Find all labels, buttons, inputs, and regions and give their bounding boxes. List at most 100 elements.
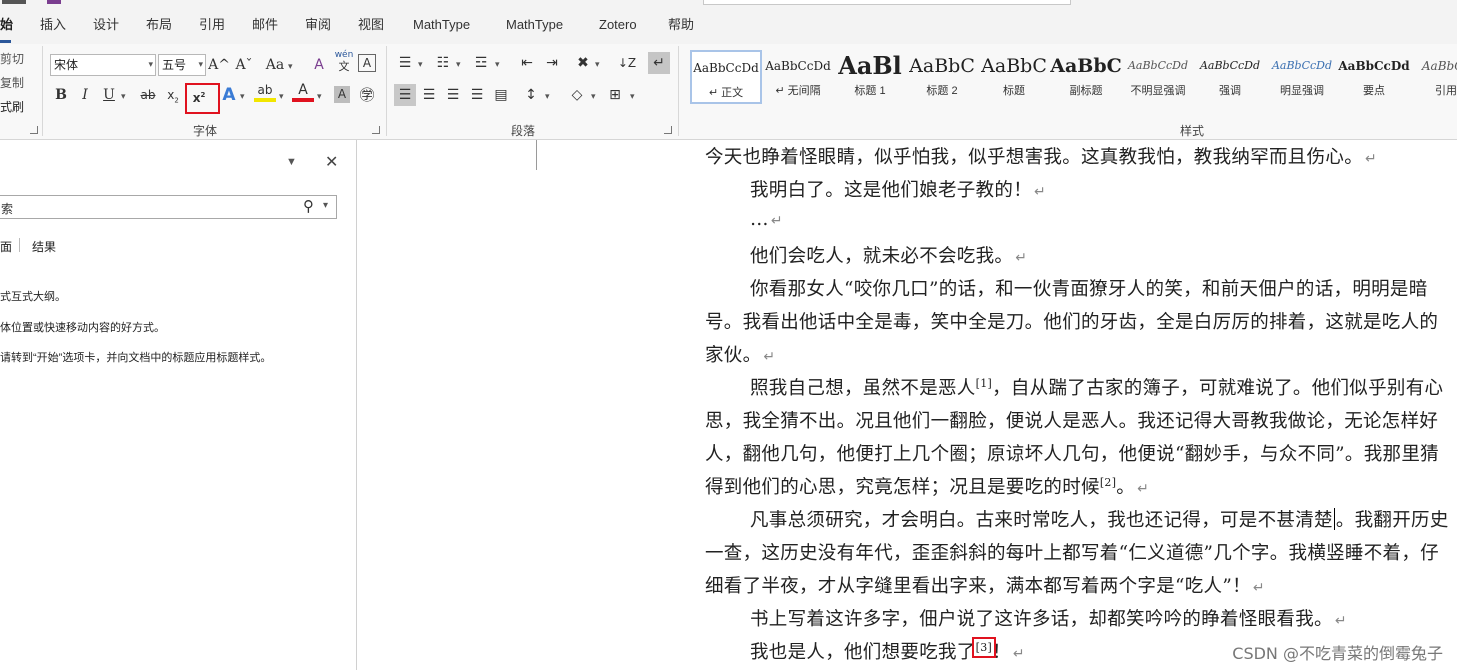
highlight-color-button[interactable]: ab bbox=[254, 82, 276, 102]
line-text: … bbox=[750, 209, 769, 230]
tab-4[interactable]: 引用 bbox=[199, 8, 225, 44]
clear-formatting-icon[interactable]: A bbox=[308, 54, 330, 76]
footnote-reference: [2] bbox=[1099, 475, 1117, 489]
align-left-icon[interactable]: ☰ bbox=[394, 84, 416, 106]
nav-search-input[interactable]: 索 ⚲ ▾ bbox=[0, 195, 337, 219]
tab-7[interactable]: 视图 bbox=[358, 8, 384, 44]
document-line[interactable]: 凡事总须研究，才会明白。古来时常吃人，我也还记得，可是不甚清楚 。我翻开历史 bbox=[750, 506, 1449, 532]
font-color-button[interactable]: A bbox=[292, 82, 314, 102]
multilevel-list-icon[interactable]: ☲ bbox=[470, 52, 492, 74]
style-item[interactable]: AaBbCcDd 不明显强调 bbox=[1122, 50, 1194, 104]
char-border-button[interactable]: A bbox=[358, 54, 376, 72]
font-size-select[interactable]: 五号 ▾ bbox=[158, 54, 206, 76]
decrease-indent-icon[interactable]: ⇤ bbox=[516, 52, 538, 74]
numbering-icon[interactable]: ☷ bbox=[432, 52, 454, 74]
document-line[interactable]: 号。我看出他话中全是毒，笑中全是刀。他们的牙齿，全是白厉厉的排着，这就是吃人的 bbox=[705, 308, 1438, 334]
tab-2[interactable]: 设计 bbox=[93, 8, 119, 44]
document-line[interactable]: 思，我全猜不出。况且他们一翻脸，便说人是恶人。我还记得大哥教我做论，无论怎样好 bbox=[705, 407, 1438, 433]
paragraph-mark: ↵ bbox=[1034, 184, 1047, 200]
chevron-down-icon[interactable]: ▾ bbox=[323, 200, 328, 211]
sort-icon[interactable]: ↓Z bbox=[616, 52, 638, 74]
char-shading-button[interactable]: A bbox=[334, 86, 350, 103]
document-line[interactable]: 人，翻他几句，他便打上几个圈；原谅坏人几句，他便说“翻妙手，与众不同”。我那里猜 bbox=[705, 440, 1439, 466]
chinese-layout-icon[interactable]: ✖ bbox=[572, 52, 594, 74]
grow-font-button[interactable]: A^ bbox=[208, 54, 230, 76]
style-item[interactable]: AaBbC 标题 2 bbox=[906, 50, 978, 104]
tab-11[interactable]: 帮助 bbox=[668, 8, 694, 44]
strikethrough-button[interactable]: ab bbox=[137, 84, 159, 106]
tab-10[interactable]: Zotero bbox=[599, 8, 637, 44]
change-case-button[interactable]: Aa bbox=[262, 54, 288, 76]
styles-group-label: 样式 bbox=[1180, 124, 1205, 138]
enclose-char-icon[interactable]: ㊫ bbox=[356, 84, 378, 106]
document-line[interactable]: 他们会吃人，就未必不会吃我。 ↵ bbox=[750, 242, 1027, 268]
style-item[interactable]: AaBl 标题 1 bbox=[834, 50, 906, 104]
font-launcher-icon[interactable] bbox=[372, 126, 380, 134]
cut-button[interactable]: 剪切 bbox=[0, 50, 24, 67]
document-line[interactable]: 家伙。 ↵ bbox=[705, 341, 775, 367]
style-item[interactable]: AaBbCcDd ↵ 无间隔 bbox=[762, 50, 834, 104]
text-effects-button[interactable]: A bbox=[218, 84, 240, 106]
align-center-icon[interactable]: ☰ bbox=[418, 84, 440, 106]
style-item[interactable]: AaBbCcDd 要点 bbox=[1338, 50, 1410, 104]
tab-5[interactable]: 邮件 bbox=[252, 8, 278, 44]
document-line[interactable]: 细看了半夜，才从字缝里看出字来，满本都写着两个字是“吃人”！ ↵ bbox=[705, 572, 1265, 598]
document-line[interactable]: 得到他们的心思，究竟怎样；况且是要吃的时候[2]。 ↵ bbox=[705, 473, 1149, 499]
tab-6[interactable]: 审阅 bbox=[305, 8, 331, 44]
tab-3[interactable]: 布局 bbox=[146, 8, 172, 44]
italic-button[interactable]: I bbox=[74, 84, 96, 106]
style-item[interactable]: AaBbCc 引用 bbox=[1410, 50, 1457, 104]
document-line[interactable]: 一查，这历史没有年代，歪歪斜斜的每叶上都写着“仁义道德”几个字。我横竖睡不着，仔 bbox=[705, 539, 1439, 565]
style-preview: AaBbCcDd bbox=[693, 61, 759, 75]
paragraph-group-label: 段落 bbox=[511, 124, 536, 138]
justify-icon[interactable]: ☰ bbox=[466, 84, 488, 106]
style-item[interactable]: AaBbCcDd ↵ 正文 bbox=[690, 50, 762, 104]
align-right-icon[interactable]: ☰ bbox=[442, 84, 464, 106]
style-item[interactable]: AaBbCcDd 强调 bbox=[1194, 50, 1266, 104]
tab-1[interactable]: 插入 bbox=[40, 8, 66, 44]
style-item[interactable]: AaBbC 副标题 bbox=[1050, 50, 1122, 104]
subscript-button[interactable]: x2 bbox=[162, 84, 184, 106]
borders-icon[interactable]: ⊞ bbox=[604, 84, 626, 106]
chevron-down-icon: ▾ bbox=[240, 91, 245, 101]
document-line[interactable]: 你看那女人“咬你几口”的话，和一伙青面獠牙人的笑，和前天佃户的话，明明是暗 bbox=[750, 275, 1428, 301]
phonetic-guide-button[interactable]: wén 文 bbox=[333, 50, 355, 72]
document-line[interactable]: 我明白了。这是他们娘老子教的！ ↵ bbox=[750, 176, 1046, 202]
tab-0[interactable]: 始 bbox=[0, 8, 13, 44]
style-item[interactable]: AaBbC 标题 bbox=[978, 50, 1050, 104]
line-spacing-icon[interactable]: ↕ bbox=[520, 84, 542, 106]
show-marks-icon[interactable]: ↵ bbox=[648, 52, 670, 74]
search-box-edge[interactable] bbox=[703, 0, 1071, 5]
bold-button[interactable]: B bbox=[50, 84, 72, 106]
document-line[interactable]: 书上写着这许多字，佃户说了这许多话，却都笑吟吟的睁着怪眼看我。 ↵ bbox=[750, 605, 1347, 631]
copy-button[interactable]: 复制 bbox=[0, 74, 24, 91]
nav-tab-pages[interactable]: 面 bbox=[0, 238, 12, 255]
paragraph-launcher-icon[interactable] bbox=[664, 126, 672, 134]
shrink-font-button[interactable]: Aˇ bbox=[233, 54, 255, 76]
shading-icon[interactable]: ◇ bbox=[566, 84, 588, 106]
paragraph-mark: ↵ bbox=[1334, 613, 1347, 629]
close-icon[interactable]: ✕ bbox=[325, 152, 338, 172]
tab-8[interactable]: MathType bbox=[413, 8, 470, 44]
style-item[interactable]: AaBbCcDd 明显强调 bbox=[1266, 50, 1338, 104]
style-name: 要点 bbox=[1363, 85, 1385, 97]
nav-tab-results[interactable]: 结果 bbox=[32, 238, 56, 255]
paragraph-mark: ↵ bbox=[1137, 481, 1150, 497]
document-canvas[interactable]: 今天也睁着怪眼睛，似乎怕我，似乎想害我。这真教我怕，教我纳罕而且伤心。 ↵ 我明白了… bbox=[358, 140, 1457, 670]
distributed-icon[interactable]: ▤ bbox=[490, 84, 512, 106]
document-line[interactable]: … ↵ bbox=[750, 209, 783, 230]
save-icon[interactable] bbox=[47, 0, 61, 4]
bullets-icon[interactable]: ☰ bbox=[394, 52, 416, 74]
document-line[interactable]: 我也是人，他们想要吃我了[3]！ ↵ bbox=[750, 636, 1025, 664]
increase-indent-icon[interactable]: ⇥ bbox=[541, 52, 563, 74]
underline-button[interactable]: U bbox=[98, 84, 120, 106]
font-name-select[interactable]: 宋体 ▾ bbox=[50, 54, 156, 76]
search-icon[interactable]: ⚲ bbox=[303, 197, 314, 215]
nav-search-placeholder: 索 bbox=[1, 202, 14, 216]
pane-options-icon[interactable]: ▼ bbox=[286, 156, 297, 168]
document-line[interactable]: 今天也睁着怪眼睛，似乎怕我，似乎想害我。这真教我怕，教我纳罕而且伤心。 ↵ bbox=[705, 143, 1377, 169]
document-line[interactable]: 照我自己想，虽然不是恶人[1]，自从踹了古家的簿子，可就难说了。他们似乎别有心 bbox=[750, 374, 1443, 400]
clipboard-launcher-icon[interactable] bbox=[30, 126, 38, 134]
format-painter-button[interactable]: 式刷 bbox=[0, 98, 24, 115]
tab-9[interactable]: MathType bbox=[506, 8, 563, 44]
